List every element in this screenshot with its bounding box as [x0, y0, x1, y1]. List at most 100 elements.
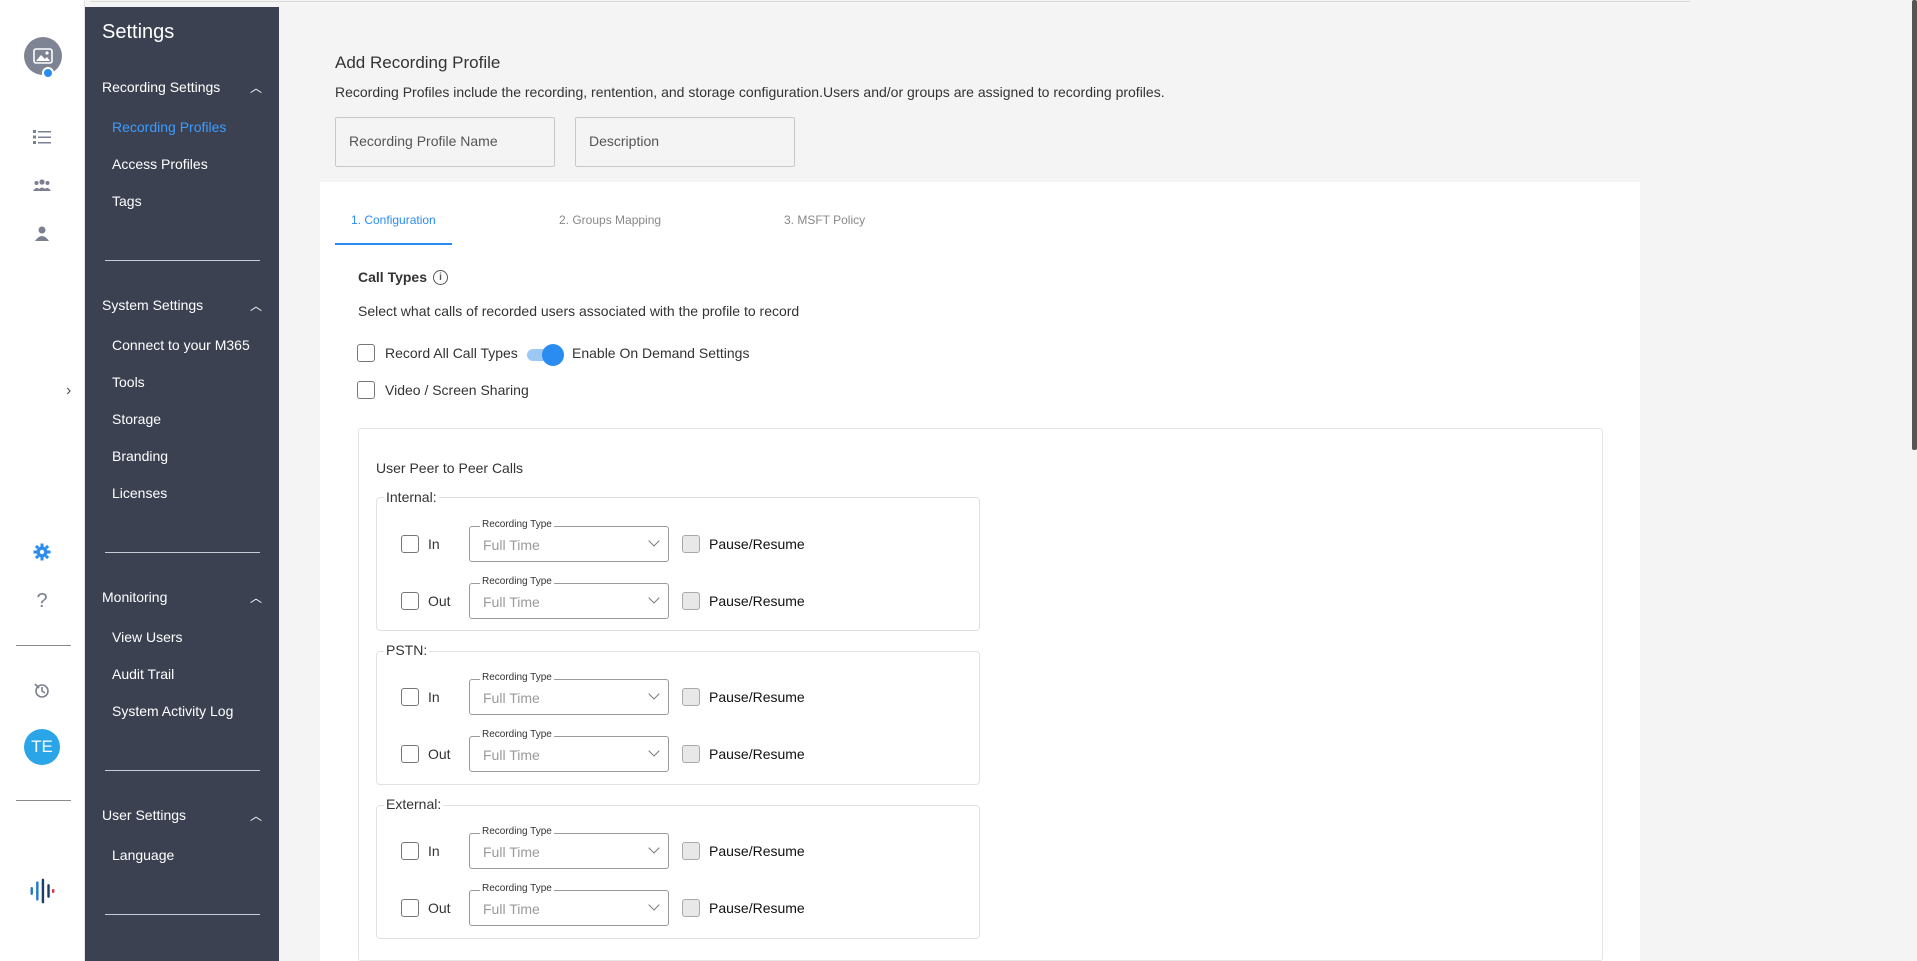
tab-configuration[interactable]: 1. Configuration — [351, 213, 436, 227]
profile-name-input[interactable]: Recording Profile Name — [335, 117, 555, 167]
pstn-out-recording-type-select[interactable]: Recording Type Full Time — [469, 729, 669, 772]
internal-legend: Internal: — [384, 489, 439, 505]
rail-divider — [16, 800, 71, 801]
tab-groups-mapping[interactable]: 2. Groups Mapping — [559, 213, 661, 227]
group-recording-settings[interactable]: Recording Settings ︿ — [102, 79, 262, 96]
page-title: Add Recording Profile — [335, 53, 501, 72]
recording-type-label: Recording Type — [480, 519, 554, 530]
users-group-icon[interactable] — [28, 171, 56, 199]
sidebar-divider — [105, 260, 260, 261]
internal-out-pause-checkbox[interactable] — [682, 592, 700, 610]
list-icon[interactable] — [28, 123, 56, 151]
out-label: Out — [428, 746, 451, 762]
rail-divider — [16, 645, 71, 646]
pause-resume-label: Pause/Resume — [709, 746, 805, 762]
chevron-down-icon — [648, 842, 660, 854]
pstn-out-checkbox[interactable] — [401, 745, 419, 763]
out-label: Out — [428, 900, 451, 916]
sidebar-item-language[interactable]: Language — [112, 847, 174, 863]
sidebar-item-connect-m365[interactable]: Connect to your M365 — [112, 337, 250, 353]
group-user-settings[interactable]: User Settings ︿ — [102, 807, 262, 824]
sidebar-item-storage[interactable]: Storage — [112, 411, 161, 427]
chevron-down-icon — [648, 745, 660, 757]
pause-resume-label: Pause/Resume — [709, 689, 805, 705]
internal-in-checkbox[interactable] — [401, 535, 419, 553]
video-screen-sharing-label: Video / Screen Sharing — [385, 382, 529, 398]
external-in-checkbox[interactable] — [401, 842, 419, 860]
help-icon[interactable]: ? — [28, 587, 56, 615]
chevron-down-icon — [648, 535, 660, 547]
chevron-down-icon — [648, 688, 660, 700]
call-types-heading: Call Types i — [358, 269, 448, 285]
internal-fieldset — [376, 497, 980, 631]
external-out-pause-checkbox[interactable] — [682, 899, 700, 917]
sidebar-title: Settings — [102, 21, 175, 43]
sidebar-item-tags[interactable]: Tags — [112, 193, 142, 209]
sidebar-item-access-profiles[interactable]: Access Profiles — [112, 156, 208, 172]
in-label: In — [428, 843, 440, 859]
recording-type-value: Full Time — [483, 594, 540, 610]
sidebar-divider — [105, 770, 260, 771]
user-avatar[interactable]: TE — [24, 729, 60, 765]
external-fieldset — [376, 805, 980, 939]
sidebar-item-system-activity-log[interactable]: System Activity Log — [112, 703, 233, 719]
recording-type-label: Recording Type — [480, 826, 554, 837]
record-all-label: Record All Call Types — [385, 345, 518, 361]
sidebar-item-audit-trail[interactable]: Audit Trail — [112, 666, 174, 682]
internal-out-recording-type-select[interactable]: Recording Type Full Time — [469, 576, 669, 619]
in-label: In — [428, 689, 440, 705]
out-label: Out — [428, 593, 451, 609]
tag-timer-icon[interactable] — [28, 677, 56, 705]
profile-image-avatar[interactable] — [24, 37, 62, 79]
user-icon[interactable] — [28, 219, 56, 247]
sidebar-item-tools[interactable]: Tools — [112, 374, 145, 390]
page-scrollbar[interactable] — [1912, 0, 1917, 450]
external-out-checkbox[interactable] — [401, 899, 419, 917]
external-in-recording-type-select[interactable]: Recording Type Full Time — [469, 826, 669, 869]
group-system-settings[interactable]: System Settings ︿ — [102, 297, 262, 314]
info-icon[interactable]: i — [433, 269, 448, 285]
recording-type-value: Full Time — [483, 901, 540, 917]
sidebar-item-branding[interactable]: Branding — [112, 448, 168, 464]
toggle-knob — [542, 344, 564, 366]
icon-rail: › ? TE — [0, 0, 85, 961]
pstn-legend: PSTN: — [384, 642, 430, 658]
internal-in-recording-type-select[interactable]: Recording Type Full Time — [469, 519, 669, 562]
gear-icon[interactable] — [28, 538, 56, 566]
external-legend: External: — [384, 796, 444, 812]
sidebar-item-view-users[interactable]: View Users — [112, 629, 183, 645]
chevron-right-icon[interactable]: › — [66, 382, 71, 400]
recording-type-value: Full Time — [483, 690, 540, 706]
pause-resume-label: Pause/Resume — [709, 536, 805, 552]
chevron-down-icon — [648, 592, 660, 604]
in-label: In — [428, 536, 440, 552]
sidebar-item-licenses[interactable]: Licenses — [112, 485, 167, 501]
record-all-checkbox[interactable] — [357, 344, 375, 362]
tab-msft-policy[interactable]: 3. MSFT Policy — [784, 213, 865, 227]
internal-out-checkbox[interactable] — [401, 592, 419, 610]
peer-calls-title: User Peer to Peer Calls — [376, 460, 524, 476]
sidebar-item-recording-profiles[interactable]: Recording Profiles — [112, 119, 226, 135]
chevron-down-icon — [648, 899, 660, 911]
group-monitoring[interactable]: Monitoring ︿ — [102, 589, 262, 606]
pstn-in-recording-type-select[interactable]: Recording Type Full Time — [469, 672, 669, 715]
pstn-out-pause-checkbox[interactable] — [682, 745, 700, 763]
external-out-recording-type-select[interactable]: Recording Type Full Time — [469, 883, 669, 926]
recording-type-label: Recording Type — [480, 883, 554, 894]
recording-type-value: Full Time — [483, 537, 540, 553]
sidebar-divider — [105, 552, 260, 553]
app-logo-icon[interactable] — [28, 877, 56, 905]
external-in-pause-checkbox[interactable] — [682, 842, 700, 860]
pstn-in-pause-checkbox[interactable] — [682, 688, 700, 706]
recording-type-value: Full Time — [483, 844, 540, 860]
pause-resume-label: Pause/Resume — [709, 593, 805, 609]
internal-in-pause-checkbox[interactable] — [682, 535, 700, 553]
online-status-dot — [42, 67, 54, 79]
page-description: Recording Profiles include the recording… — [335, 84, 1165, 100]
pstn-in-checkbox[interactable] — [401, 688, 419, 706]
browser-top-edge — [90, 0, 1690, 2]
on-demand-label: Enable On Demand Settings — [572, 345, 750, 361]
on-demand-toggle[interactable] — [527, 343, 564, 366]
video-screen-sharing-checkbox[interactable] — [357, 381, 375, 399]
description-input[interactable]: Description — [575, 117, 795, 167]
